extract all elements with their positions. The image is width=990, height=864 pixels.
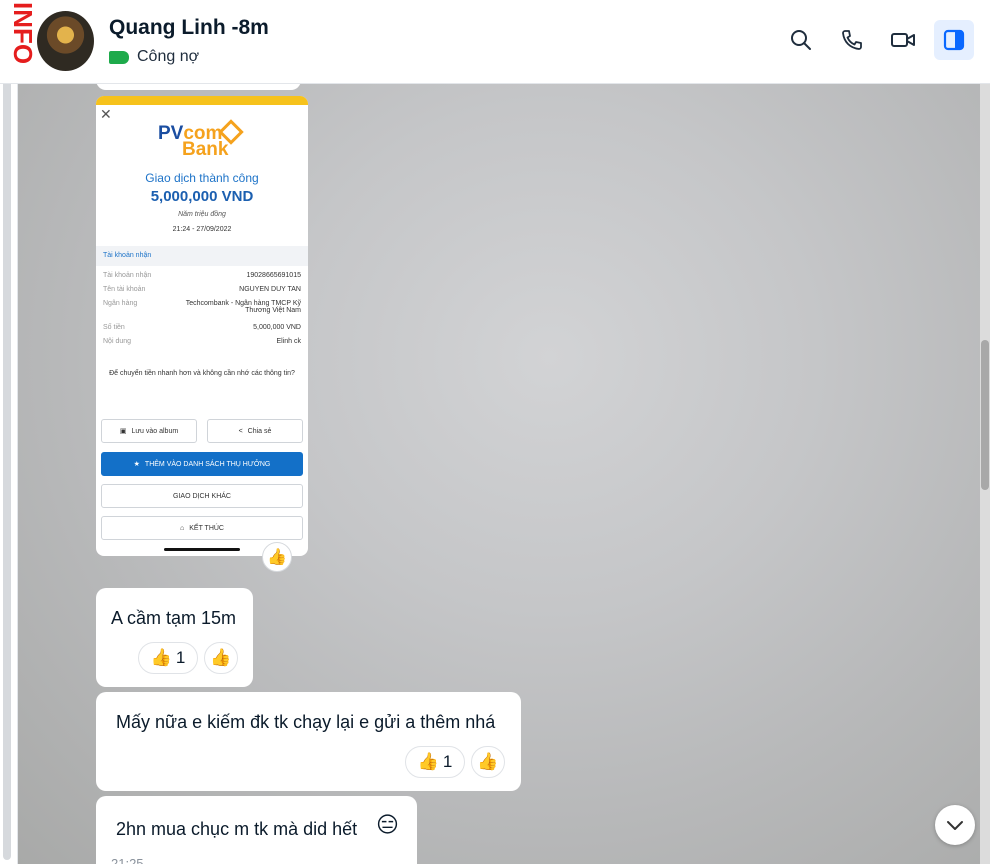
phone-icon <box>842 30 862 50</box>
reaction-like-count[interactable]: 👍 1 <box>138 642 198 674</box>
receipt-status-bar <box>96 96 308 105</box>
call-button[interactable] <box>832 20 872 60</box>
receipt-section-title: Tài khoản nhận <box>96 246 308 266</box>
receipt-row: Số tiền 5,000,000 VND <box>103 324 301 331</box>
receipt-hint: Để chuyển tiền nhanh hơn và không cần nh… <box>109 370 295 377</box>
scrollbar-thumb[interactable] <box>981 340 989 490</box>
transfer-receipt-image[interactable]: ✕ PVcom Bank Giao dịch thành công 5,000,… <box>96 96 308 556</box>
share-icon: < <box>238 427 243 435</box>
message-text: A cầm tạm 15m <box>111 608 237 628</box>
message-text: 2hn mua chục m tk mà did hết <box>116 819 358 839</box>
transaction-datetime: 21:24 - 27/09/2022 <box>172 226 232 233</box>
previous-message-bubble <box>96 84 301 90</box>
reaction-bar: 👍 1 👍 <box>138 642 238 674</box>
tag-icon <box>109 50 129 64</box>
search-button[interactable] <box>781 20 821 60</box>
receipt-row: Nội dung Elinh ck <box>103 338 301 345</box>
transaction-status: Giao dịch thành công <box>145 171 259 185</box>
thumbs-up-icon: 👍 <box>267 549 287 566</box>
message-time: 21:25 <box>111 856 144 864</box>
left-panel-edge <box>0 0 18 864</box>
chevron-down-icon <box>947 821 963 830</box>
save-album-button: ▣ Lưu vào album <box>101 419 197 443</box>
star-icon: ★ <box>133 461 140 468</box>
left-scrollbar[interactable] <box>3 80 11 860</box>
message-bubble: A cầm tạm 15m 👍 1 👍 <box>96 588 253 687</box>
avatar[interactable] <box>37 11 94 71</box>
video-call-button[interactable] <box>883 20 923 60</box>
receipt-row: Ngân hàng Techcombank - Ngân hàng TMCP Kỹ… <box>103 300 301 314</box>
expressionless-emoji: 😑 <box>376 812 399 837</box>
add-beneficiary-button: ★ THÊM VÀO DANH SÁCH THỤ HƯỞNG <box>101 452 303 476</box>
contact-name[interactable]: Quang Linh -8m <box>109 16 269 40</box>
chat-header: Quang Linh -8m Công nợ <box>0 0 990 84</box>
home-indicator <box>164 548 240 551</box>
tag-label: Công nợ <box>137 48 200 65</box>
contact-tag[interactable]: Công nợ <box>109 48 199 66</box>
scroll-to-bottom-button[interactable] <box>935 805 975 845</box>
chat-scrollbar[interactable] <box>980 84 990 864</box>
message-bubble: Mấy nữa e kiếm đk tk chạy lại e gửi a th… <box>96 692 521 791</box>
header-actions <box>781 20 974 60</box>
save-icon: ▣ <box>119 428 127 435</box>
receipt-row: Tên tài khoản NGUYEN DUY TAN <box>103 286 301 293</box>
thumbs-up-icon: 👍 <box>477 752 499 771</box>
toggle-info-panel-button[interactable] <box>934 20 974 60</box>
react-like-button[interactable]: 👍 <box>204 642 238 674</box>
amount-in-words: Năm triệu đồng <box>178 211 226 218</box>
share-button: < Chia sẻ <box>207 419 303 443</box>
home-icon: ⌂ <box>180 524 185 532</box>
transaction-amount: 5,000,000 VND <box>150 188 254 205</box>
reaction-bar: 👍 1 👍 <box>405 746 505 778</box>
react-like-button[interactable]: 👍 <box>471 746 505 778</box>
react-like-button[interactable]: 👍 <box>262 542 292 572</box>
close-icon: ✕ <box>100 106 112 122</box>
message-text: Mấy nữa e kiếm đk tk chạy lại e gửi a th… <box>116 712 496 732</box>
finish-button: ⌂ KẾT THÚC <box>101 516 303 540</box>
message-bubble: 2hn mua chục m tk mà did hết 😑 21:25 <box>96 796 417 864</box>
receipt-row: Tài khoản nhận 19028665691015 <box>103 272 301 279</box>
video-icon <box>891 33 915 47</box>
thumbs-up-icon: 👍 <box>210 648 232 667</box>
reaction-like-count[interactable]: 👍 1 <box>405 746 465 778</box>
chat-area: ✕ PVcom Bank Giao dịch thành công 5,000,… <box>12 84 990 864</box>
thumbs-up-icon: 👍 <box>150 648 172 667</box>
sidebar-toggle-icon <box>943 29 965 51</box>
other-transaction-button: GIAO DỊCH KHÁC <box>101 484 303 508</box>
thumbs-up-icon: 👍 <box>417 752 439 771</box>
search-icon <box>791 30 811 50</box>
